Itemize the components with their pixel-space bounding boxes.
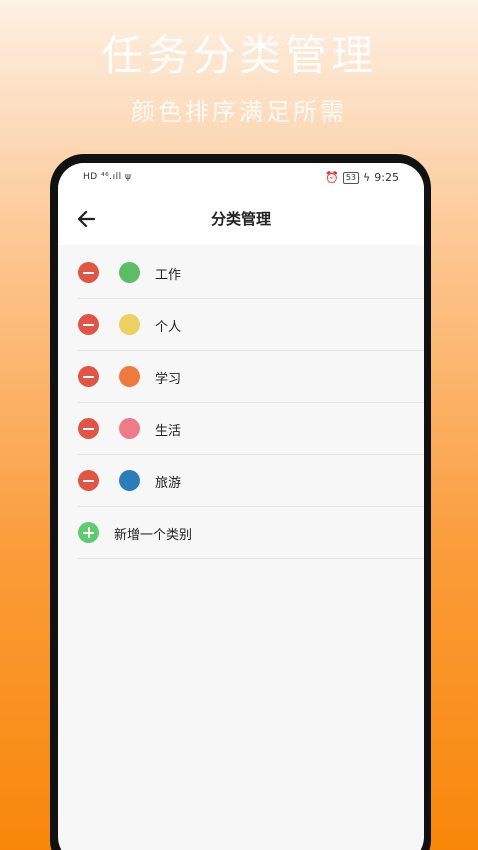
plus-circle-icon[interactable] <box>78 522 99 543</box>
category-label: 旅游 <box>155 476 182 491</box>
add-category-row[interactable]: 新增一个类别 <box>78 507 424 559</box>
alarm-icon: ⏰ <box>325 171 339 184</box>
category-color-dot[interactable] <box>119 470 140 491</box>
remove-category-button[interactable] <box>78 418 99 439</box>
category-list: 工作 个人 学习 生活 旅游 新增一个类别 <box>58 247 424 559</box>
category-label: 生活 <box>155 424 182 439</box>
status-right: ⏰ 53 ϟ 9:25 <box>325 171 399 184</box>
remove-category-button[interactable] <box>78 314 99 335</box>
promo-subtitle: 颜色排序满足所需 <box>131 98 347 126</box>
category-label: 学习 <box>155 372 182 387</box>
signal-indicators: HD ⁴⁶.ıll ψ <box>83 172 132 182</box>
category-row-study[interactable]: 学习 <box>78 351 424 403</box>
add-category-label: 新增一个类别 <box>114 528 193 543</box>
charging-icon: ϟ <box>363 171 371 184</box>
category-row-work[interactable]: 工作 <box>78 247 424 299</box>
status-bar: HD ⁴⁶.ıll ψ ⏰ 53 ϟ 9:25 <box>58 163 424 193</box>
category-row-life[interactable]: 生活 <box>78 403 424 455</box>
battery-indicator: 53 <box>342 171 360 184</box>
clock-time: 9:25 <box>374 171 399 184</box>
page-title: 分类管理 <box>210 210 271 228</box>
remove-category-button[interactable] <box>78 366 99 387</box>
remove-category-button[interactable] <box>78 470 99 491</box>
category-row-travel[interactable]: 旅游 <box>78 455 424 507</box>
category-color-dot[interactable] <box>119 314 140 335</box>
category-label: 个人 <box>155 320 182 335</box>
category-label: 工作 <box>155 268 182 283</box>
app-screen: HD ⁴⁶.ıll ψ ⏰ 53 ϟ 9:25 分类管理 工作 个人 学习 生活… <box>58 163 424 850</box>
category-color-dot[interactable] <box>119 262 140 283</box>
promo-title: 任务分类管理 <box>100 31 377 80</box>
nav-bar: 分类管理 <box>58 193 424 245</box>
category-color-dot[interactable] <box>119 366 140 387</box>
category-color-dot[interactable] <box>119 418 140 439</box>
remove-category-button[interactable] <box>78 262 99 283</box>
category-row-personal[interactable]: 个人 <box>78 299 424 351</box>
